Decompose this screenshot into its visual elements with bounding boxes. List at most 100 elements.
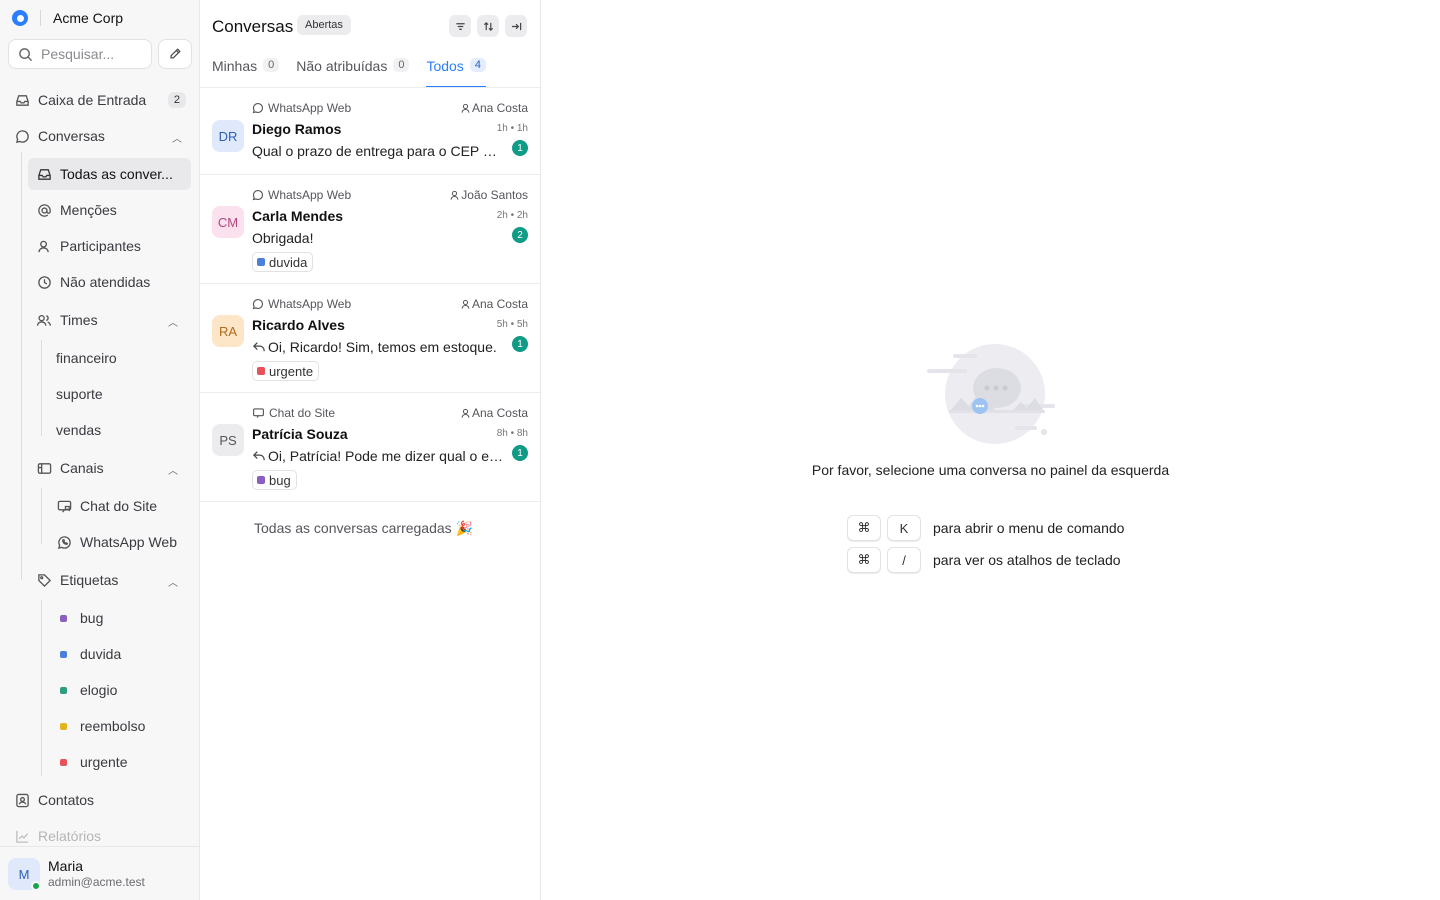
nav-mentions-label: Menções [60,202,117,218]
nav-teams[interactable]: Times ︿ [36,306,178,334]
nav-contacts[interactable]: Contatos [14,786,94,814]
tab-mine[interactable]: Minhas 0 [212,58,280,88]
conversation-item[interactable]: CM WhatsApp Web João Santos Carla Mendes… [200,175,540,284]
shortcut-description: para ver os atalhos de teclado [933,552,1121,568]
nav-unattended[interactable]: Não atendidas [36,268,150,296]
pencil-icon [168,47,182,61]
chevron-up-icon[interactable]: ︿ [168,462,178,477]
nav-channels[interactable]: Canais ︿ [36,454,178,482]
label-item-reembolso[interactable]: reembolso [56,712,145,740]
brand[interactable]: Acme Corp [12,8,123,28]
search-input[interactable] [41,46,141,62]
team-item[interactable]: suporte [56,380,103,408]
label-name: duvida [269,254,308,270]
contact-avatar: RA [212,315,244,347]
agent-name: Ana Costa [471,406,528,420]
conversation-label-chip[interactable]: duvida [252,252,314,272]
label-item-urgente[interactable]: urgente [56,748,127,776]
last-message: Qual o prazo de entrega para o CEP 01310… [252,143,504,159]
chart-line-icon [14,828,30,844]
search-box[interactable] [8,39,152,69]
assigned-agent: Ana Costa [460,406,528,420]
conversation-time: 2h • 2h [496,210,528,221]
shortcut-description: para abrir o menu de comando [933,520,1125,536]
conversation-item[interactable]: PS Chat do Site Ana Costa Patrícia Souza… [200,393,540,502]
chevron-up-icon[interactable]: ︿ [168,314,178,329]
tree-line [41,600,42,776]
nav-participants-label: Participantes [60,238,141,254]
inbox-icon [14,92,30,108]
whatsapp-icon [252,189,264,201]
contact-name: Patrícia Souza [252,426,348,442]
contact-avatar: CM [212,206,244,238]
conversation-item[interactable]: RA WhatsApp Web Ana Costa Ricardo Alves … [200,284,540,393]
all-loaded-message: Todas as conversas carregadas 🎉 [254,520,473,536]
label-color-dot [257,258,265,266]
nav-contacts-label: Contatos [38,792,95,808]
unread-count-badge: 1 [512,445,528,461]
label-item-bug[interactable]: bug [56,604,103,632]
channel-icon [36,460,52,476]
nav-labels[interactable]: Etiquetas ︿ [36,566,178,594]
channel-name: WhatsApp Web [268,188,352,202]
filter-icon [455,21,466,32]
label-name: urgente [269,363,314,379]
assigned-agent: Ana Costa [460,101,528,115]
nav-all-conversations[interactable]: Todas as conver... [28,158,191,190]
sort-button[interactable] [477,15,499,37]
conversation-tabs: Minhas 0 Não atribuídas 0 Todos 4 [212,58,503,88]
last-message-row: Oi, Patrícia! Pode me dizer qual o erro? [252,448,504,465]
label-color-dot [60,686,67,694]
last-message: Obrigada! [252,230,314,246]
nav-inbox[interactable]: Caixa de Entrada 2 [14,86,186,114]
nav-mentions[interactable]: Menções [36,196,117,224]
user-profile[interactable]: M Maria admin@acme.test [0,846,199,900]
users-icon [36,312,52,328]
channel-item-site-chat[interactable]: Chat do Site [56,492,157,520]
channel-item-whatsapp[interactable]: WhatsApp Web [56,528,177,556]
whatsapp-icon [252,298,264,310]
compose-button[interactable] [158,39,192,69]
tab-all[interactable]: Todos 4 [426,58,486,88]
web-chat-icon [252,407,265,419]
nav-participants[interactable]: Participantes [36,232,141,260]
unread-count-badge: 2 [512,227,528,243]
conversation-detail-empty: Por favor, selecione uma conversa no pai… [541,0,1440,900]
label-color-dot [60,614,67,622]
chevron-up-icon[interactable]: ︿ [168,574,178,589]
team-item[interactable]: vendas [56,416,101,444]
label-color-dot [60,722,67,730]
label-item-elogio[interactable]: elogio [56,676,117,704]
team-item[interactable]: financeiro [56,344,117,372]
whatsapp-icon [56,534,72,550]
filter-button[interactable] [449,15,471,37]
tree-line [41,488,42,544]
user-icon [460,299,471,310]
last-message: Oi, Patrícia! Pode me dizer qual o erro? [268,448,504,464]
tab-label: Minhas [212,58,258,74]
chevron-up-icon[interactable]: ︿ [172,130,182,145]
conversation-channel: WhatsApp Web [252,101,351,115]
conversation-item[interactable]: DR WhatsApp Web Ana Costa Diego Ramos 1h… [200,88,540,175]
conversation-label-chip[interactable]: bug [252,470,297,490]
contact-avatar: DR [212,120,244,152]
tab-unassigned[interactable]: Não atribuídas 0 [296,58,410,88]
agent-name: Ana Costa [471,297,528,311]
label-name: bug [269,472,291,488]
label-item-name: elogio [80,682,118,698]
brand-logo-icon [12,10,28,26]
conversation-label-chip[interactable]: urgente [252,361,320,381]
channel-name: WhatsApp Web [268,297,352,311]
status-filter-badge[interactable]: Abertas [297,15,351,35]
contact-name: Diego Ramos [252,121,342,137]
brand-divider [40,10,41,26]
collapse-panel-button[interactable] [505,15,527,37]
brand-name: Acme Corp [53,10,124,26]
key-cmd: ⌘ [847,547,881,573]
label-item-duvida[interactable]: duvida [56,640,121,668]
label-item-name: reembolso [80,718,146,734]
nav-conversations[interactable]: Conversas ︿ [14,122,186,150]
tab-count: 4 [469,58,486,72]
label-item-name: duvida [80,646,122,662]
nav-inbox-label: Caixa de Entrada [38,92,147,108]
